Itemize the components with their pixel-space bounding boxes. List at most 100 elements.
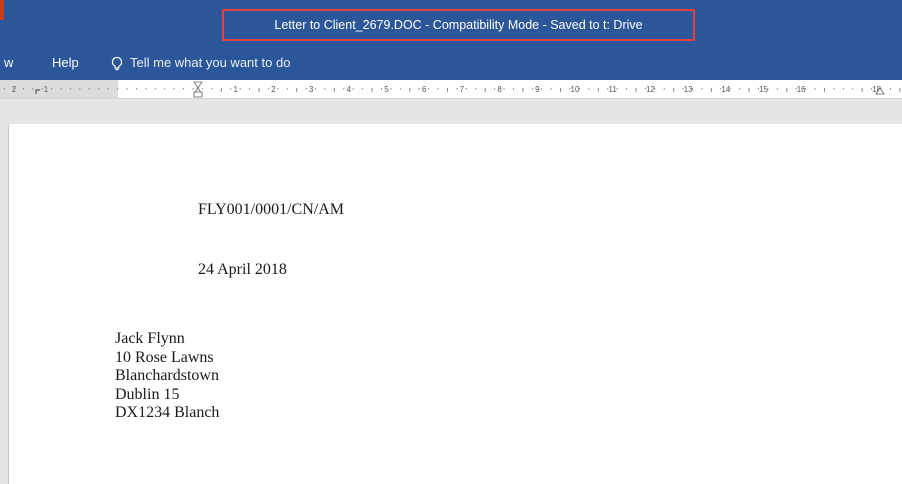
ruler-tick <box>4 88 5 90</box>
ruler-tick <box>192 88 194 90</box>
ruler-tick <box>183 88 185 90</box>
ruler-tick <box>729 88 731 90</box>
ruler-tick <box>51 88 53 90</box>
ruler-tick <box>475 88 477 90</box>
ruler-label: 1 <box>233 85 238 94</box>
ruler-tick <box>494 88 496 90</box>
ruler-label: 7 <box>460 85 465 94</box>
tell-me-placeholder: Tell me what you want to do <box>130 55 291 70</box>
ruler-tick <box>823 88 825 92</box>
ruler-tick <box>635 88 637 92</box>
ruler-tick <box>305 88 307 90</box>
ruler-label: 3 <box>309 85 314 94</box>
tab-view[interactable]: w <box>4 50 13 80</box>
ruler-tick <box>748 88 750 92</box>
ruler-tick <box>315 88 317 90</box>
address-line: DX1234 Blanch <box>115 404 220 421</box>
ruler-tick <box>607 88 609 90</box>
ruler-tick <box>324 88 326 90</box>
ruler-tick <box>861 88 863 92</box>
ruler-tick <box>541 88 543 90</box>
document-page[interactable]: FLY001/0001/CN/AM 24 April 2018 Jack Fly… <box>8 124 902 484</box>
ribbon-tab-bar: w Help Tell me what you want to do <box>0 50 902 80</box>
ruler-tick <box>673 88 675 92</box>
address-line: Jack Flynn <box>115 330 185 347</box>
address-line: Blanchardstown <box>115 367 219 384</box>
ruler-tick <box>692 88 694 90</box>
ruler-label: 16 <box>797 85 806 94</box>
ruler-tick <box>390 88 392 90</box>
ruler-tick <box>32 88 34 90</box>
ruler-label: 12 <box>646 85 655 94</box>
ruler-tick <box>145 88 147 90</box>
ruler-tick <box>465 88 467 90</box>
ruler-label: 14 <box>721 85 730 94</box>
ruler-tick <box>201 88 203 90</box>
ruler-tick <box>456 88 458 90</box>
ruler-tick <box>569 88 571 90</box>
ruler-tick <box>69 88 71 90</box>
ruler-tick <box>352 88 354 90</box>
ruler-tick <box>550 88 552 90</box>
ruler-tick <box>230 88 232 90</box>
address-line: 10 Rose Lawns <box>115 348 214 366</box>
ruler-tick <box>682 88 684 90</box>
ruler-tick <box>531 88 533 90</box>
ruler-tick <box>107 88 109 90</box>
ruler-tick <box>286 88 288 90</box>
canvas-gap <box>0 99 902 124</box>
ruler-tick <box>616 88 618 90</box>
ruler-tick <box>588 88 590 90</box>
ruler-tick <box>484 88 486 92</box>
horizontal-ruler[interactable]: 123456789101112131415161821 <box>0 80 902 99</box>
ruler-tick <box>889 88 891 90</box>
ruler-tick <box>663 88 665 90</box>
ruler-tick <box>767 88 769 90</box>
ruler-tick <box>654 88 656 90</box>
ruler-tick <box>60 88 62 90</box>
ruler-tick <box>503 88 505 90</box>
ruler-tick <box>343 88 345 90</box>
ruler-tick <box>776 88 778 90</box>
ruler-tick <box>852 88 854 90</box>
ruler-tick <box>239 88 241 90</box>
ruler-tick <box>41 88 43 90</box>
ruler-label: 9 <box>535 85 540 94</box>
ruler-scale: 123456789101112131415161821 <box>0 80 902 98</box>
window-accent-strip <box>0 0 4 20</box>
ruler-tick <box>626 88 628 90</box>
ruler-label: 11 <box>609 85 618 94</box>
ruler-label: 10 <box>571 85 580 94</box>
ruler-tick <box>795 88 797 90</box>
ruler-margin <box>0 80 118 98</box>
address-line: Dublin 15 <box>115 385 180 403</box>
ruler-tick <box>267 88 269 90</box>
ruler-tick <box>399 88 401 90</box>
ruler-tick <box>597 88 599 92</box>
ruler-label: 1 <box>44 85 49 94</box>
ruler-label: 6 <box>422 85 427 94</box>
ruler-tick <box>758 88 759 90</box>
left-indent-marker <box>193 91 203 98</box>
ruler-tick <box>899 88 901 92</box>
ruler-tick <box>258 88 260 92</box>
ruler-tick <box>701 88 703 90</box>
ruler-tick <box>786 88 788 92</box>
ruler-label: 5 <box>384 85 389 94</box>
ruler-tick <box>578 88 580 90</box>
ruler-tick <box>117 88 119 90</box>
ruler-tick <box>560 88 562 92</box>
ruler-tick <box>644 88 646 90</box>
ruler-tick <box>277 88 279 90</box>
tab-help[interactable]: Help <box>52 50 79 80</box>
ruler-label: 15 <box>759 85 768 94</box>
ruler-tick <box>710 88 712 92</box>
ruler-tick <box>446 88 448 92</box>
ruler-tick <box>371 88 373 92</box>
ruler-tick <box>522 88 524 92</box>
title-bar: Letter to Client_2679.DOC - Compatibilit… <box>0 0 902 50</box>
ruler-tick <box>842 88 844 90</box>
lightbulb-icon <box>111 56 123 71</box>
ruler-tick <box>164 88 166 90</box>
date-line: 24 April 2018 <box>198 261 287 278</box>
